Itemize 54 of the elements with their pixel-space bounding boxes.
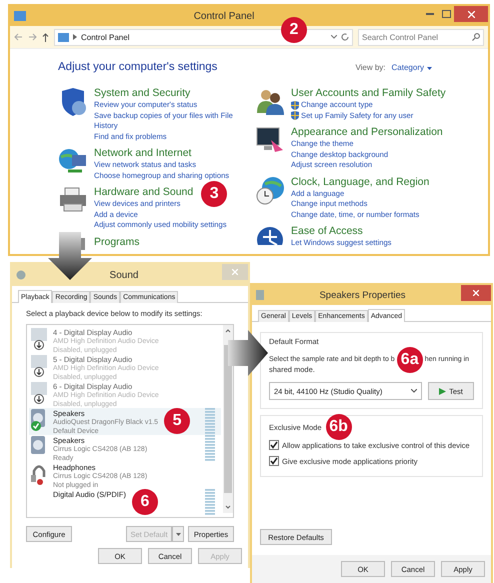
checkbox[interactable] xyxy=(269,456,279,466)
globe-network-icon xyxy=(58,147,88,175)
users-icon xyxy=(255,87,285,115)
maximize-icon xyxy=(442,10,450,18)
step-badge: 6 xyxy=(132,489,158,515)
search-box[interactable]: Search Control Panel xyxy=(358,28,484,46)
accessibility-icon xyxy=(255,225,285,245)
step-badge: 3 xyxy=(201,180,228,206)
monitor-icon xyxy=(255,126,285,154)
step-badge: 6a xyxy=(396,346,423,372)
category-link[interactable]: User Accounts and Family Safety xyxy=(291,87,446,100)
checkbox[interactable] xyxy=(269,440,279,450)
category-link[interactable]: Appearance and Personalization xyxy=(291,126,443,139)
search-field[interactable]: Search Control Panel xyxy=(362,32,472,42)
window-title: Sound xyxy=(108,270,140,280)
close-icon xyxy=(473,290,479,296)
monitor-device-icon xyxy=(31,328,47,341)
category-link[interactable]: Ease of Access xyxy=(291,225,363,238)
speaker-device-icon xyxy=(31,436,45,454)
play-icon xyxy=(439,388,446,394)
category-link[interactable]: Programs xyxy=(94,236,140,248)
category-link[interactable]: Hardware and Sound xyxy=(94,186,194,199)
category-link[interactable]: System and Security xyxy=(94,87,190,100)
close-icon xyxy=(468,10,474,18)
category-link[interactable]: Clock, Language, and Region xyxy=(291,176,430,188)
headphones-device-icon xyxy=(31,463,47,485)
dropdown-button[interactable] xyxy=(172,526,184,542)
printer-icon xyxy=(58,186,88,214)
page-heading: Adjust your computer's settings xyxy=(58,61,218,73)
window-title: Control Panel xyxy=(192,10,256,22)
category-link[interactable]: Network and Internet xyxy=(94,147,192,160)
step-badge: 6b xyxy=(326,414,352,440)
right-arrow-icon xyxy=(228,330,268,376)
monitor-device-icon xyxy=(31,382,47,395)
step-badge: 5 xyxy=(164,408,190,434)
view-by-dropdown[interactable]: Category xyxy=(392,63,424,72)
minimize-icon xyxy=(426,13,434,15)
close-icon xyxy=(232,269,238,275)
scrollbar[interactable] xyxy=(223,325,233,513)
close-button[interactable] xyxy=(454,6,488,22)
dropdown-caret-icon[interactable] xyxy=(331,35,337,39)
globe-clock-icon xyxy=(255,176,285,206)
view-by-label: View by: xyxy=(355,63,386,72)
up-icon[interactable] xyxy=(42,32,49,42)
caret-icon xyxy=(427,67,432,70)
down-arrow-icon xyxy=(48,232,92,280)
chevron-icon xyxy=(73,34,77,40)
search-icon xyxy=(472,33,480,41)
refresh-icon[interactable] xyxy=(341,33,349,41)
caret-icon xyxy=(176,532,180,536)
close-button[interactable] xyxy=(461,285,491,301)
caret-icon xyxy=(411,389,417,393)
window-title: Speakers Properties xyxy=(318,290,407,300)
monitor-device-icon xyxy=(31,355,47,368)
